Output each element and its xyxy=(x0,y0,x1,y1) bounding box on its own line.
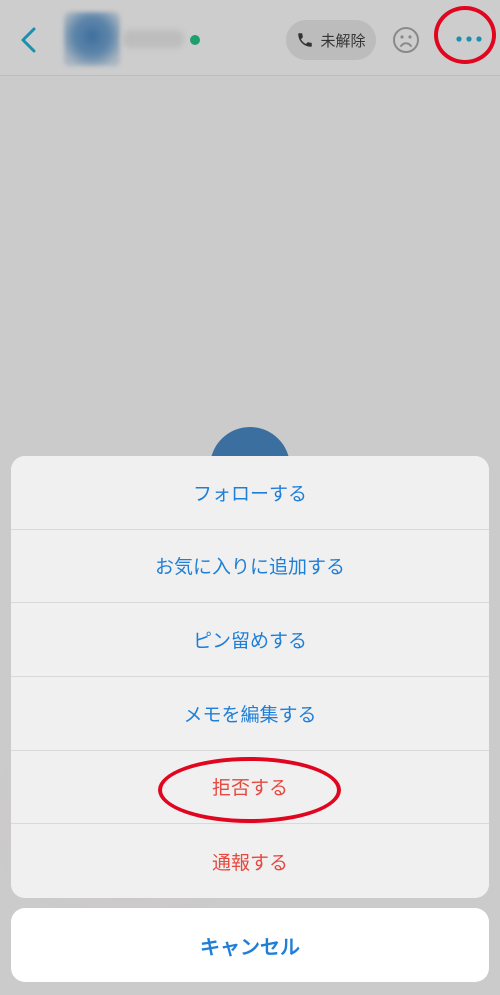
cancel-button[interactable]: キャンセル xyxy=(200,931,300,960)
action-pin[interactable]: ピン留めする xyxy=(11,603,489,677)
action-add-favorite[interactable]: お気に入りに追加する xyxy=(11,529,489,604)
back-chevron-icon[interactable] xyxy=(16,26,42,54)
action-report[interactable]: 通報する xyxy=(11,824,489,898)
action-follow[interactable]: フォローする xyxy=(11,456,489,530)
avatar[interactable] xyxy=(64,12,120,66)
call-status-label: 未解除 xyxy=(320,31,366,50)
annotation-circle-reject xyxy=(158,757,341,823)
phone-icon xyxy=(298,33,313,47)
chat-header: 未解除 xyxy=(0,0,500,76)
call-button[interactable]: 未解除 xyxy=(286,20,376,60)
cancel-container[interactable]: キャンセル xyxy=(11,908,489,982)
action-edit-memo[interactable]: メモを編集する xyxy=(11,676,489,751)
action-sheet: フォローする お気に入りに追加する ピン留めする メモを編集する 拒否する 通報… xyxy=(11,456,489,898)
online-status-dot xyxy=(190,35,200,45)
annotation-circle-more xyxy=(434,6,496,64)
sad-face-icon[interactable] xyxy=(392,26,420,54)
user-name-blurred xyxy=(122,30,184,48)
